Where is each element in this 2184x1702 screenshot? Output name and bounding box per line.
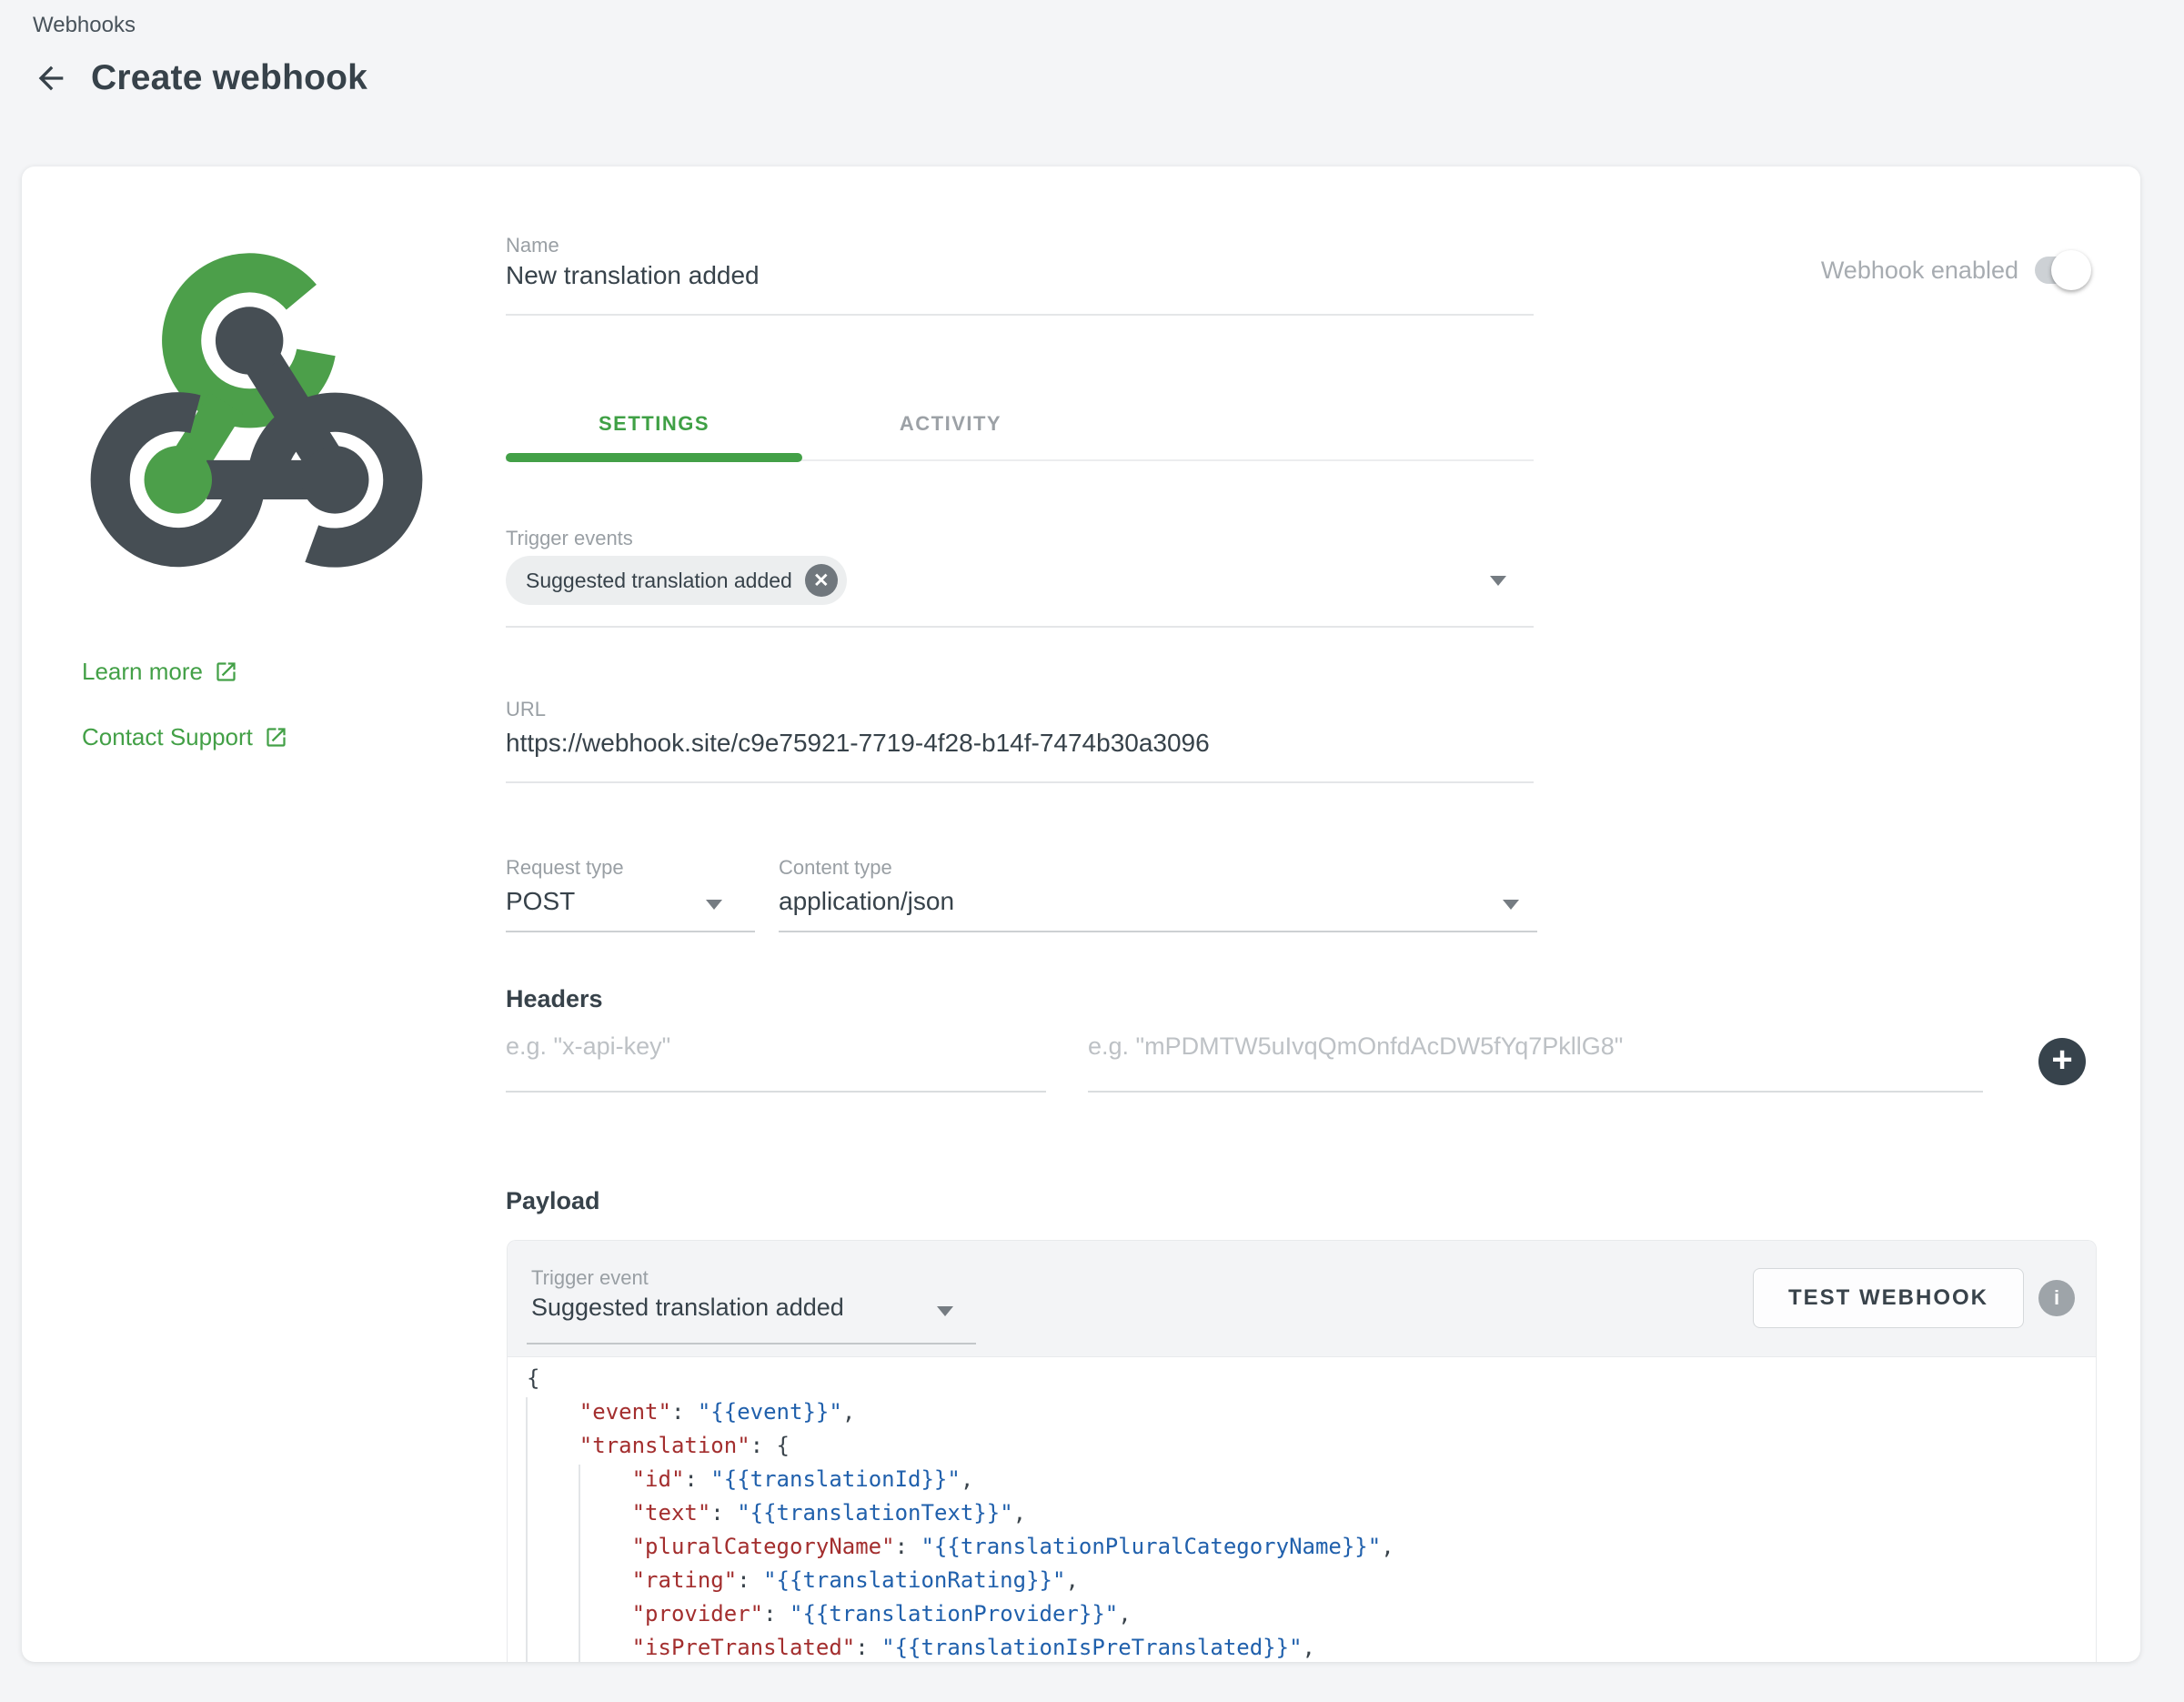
learn-more-label: Learn more (82, 658, 203, 686)
webhook-enabled-toggle[interactable] (2035, 250, 2091, 290)
external-link-icon (264, 725, 288, 750)
name-label: Name (506, 234, 559, 257)
trigger-events-underline (506, 626, 1534, 628)
tab-settings[interactable]: SETTINGS (506, 412, 802, 436)
content-type-underline (779, 931, 1537, 932)
back-arrow-icon[interactable] (31, 58, 71, 98)
external-link-icon (214, 660, 238, 684)
chevron-down-icon[interactable] (1503, 900, 1519, 910)
toggle-thumb (2051, 250, 2091, 290)
chevron-down-icon[interactable] (1490, 576, 1506, 586)
chip-label: Suggested translation added (526, 569, 792, 593)
payload-code-editor[interactable]: { "event": "{{event}}", "translation": {… (508, 1358, 2096, 1662)
payload-heading: Payload (506, 1187, 600, 1215)
tab-activity[interactable]: ACTIVITY (802, 412, 1099, 436)
payload-panel-header: Trigger event Suggested translation adde… (508, 1241, 2096, 1357)
header-key-underline (506, 1091, 1046, 1093)
content-type-select[interactable]: application/json (779, 887, 1470, 916)
add-header-button[interactable]: + (2038, 1038, 2086, 1085)
contact-support-link[interactable]: Contact Support (82, 723, 288, 751)
payload-trigger-event-select[interactable]: Suggested translation added (531, 1294, 844, 1322)
header-key-input[interactable] (506, 1032, 1046, 1061)
webhook-logo (78, 230, 435, 587)
test-webhook-button[interactable]: TEST WEBHOOK (1753, 1268, 2024, 1328)
headers-heading: Headers (506, 985, 603, 1013)
payload-panel: Trigger event Suggested translation adde… (507, 1240, 2097, 1662)
payload-code: { "event": "{{event}}", "translation": {… (527, 1362, 1394, 1662)
close-icon[interactable]: ✕ (805, 564, 838, 597)
contact-support-label: Contact Support (82, 723, 253, 751)
breadcrumb[interactable]: Webhooks (33, 13, 136, 38)
request-type-label: Request type (506, 856, 624, 880)
chevron-down-icon[interactable] (937, 1306, 953, 1316)
trigger-event-chip[interactable]: Suggested translation added ✕ (506, 556, 847, 605)
request-type-select[interactable]: POST (506, 887, 706, 916)
url-input[interactable] (506, 729, 1534, 758)
header-value-input[interactable] (1088, 1032, 1983, 1061)
name-underline (506, 314, 1534, 316)
url-label: URL (506, 698, 546, 721)
webhook-card: Learn more Contact Support Name Webhook … (22, 166, 2140, 1662)
trigger-events-label: Trigger events (506, 527, 633, 550)
content-type-label: Content type (779, 856, 892, 880)
learn-more-link[interactable]: Learn more (82, 658, 238, 686)
payload-trigger-event-underline (527, 1343, 976, 1344)
name-input[interactable] (506, 261, 1534, 290)
chevron-down-icon[interactable] (706, 900, 722, 910)
webhook-enabled-label: Webhook enabled (1821, 257, 2018, 285)
url-underline (506, 781, 1534, 783)
webhook-enabled-row: Webhook enabled (1821, 250, 2091, 290)
payload-trigger-event-label: Trigger event (531, 1266, 649, 1290)
active-tab-indicator (506, 453, 802, 462)
title-bar: Create webhook (31, 51, 367, 106)
plus-icon: + (2051, 1042, 2072, 1078)
page-title: Create webhook (91, 58, 367, 98)
header-value-underline (1088, 1091, 1983, 1093)
request-type-underline (506, 931, 755, 932)
info-icon[interactable]: i (2038, 1280, 2075, 1316)
